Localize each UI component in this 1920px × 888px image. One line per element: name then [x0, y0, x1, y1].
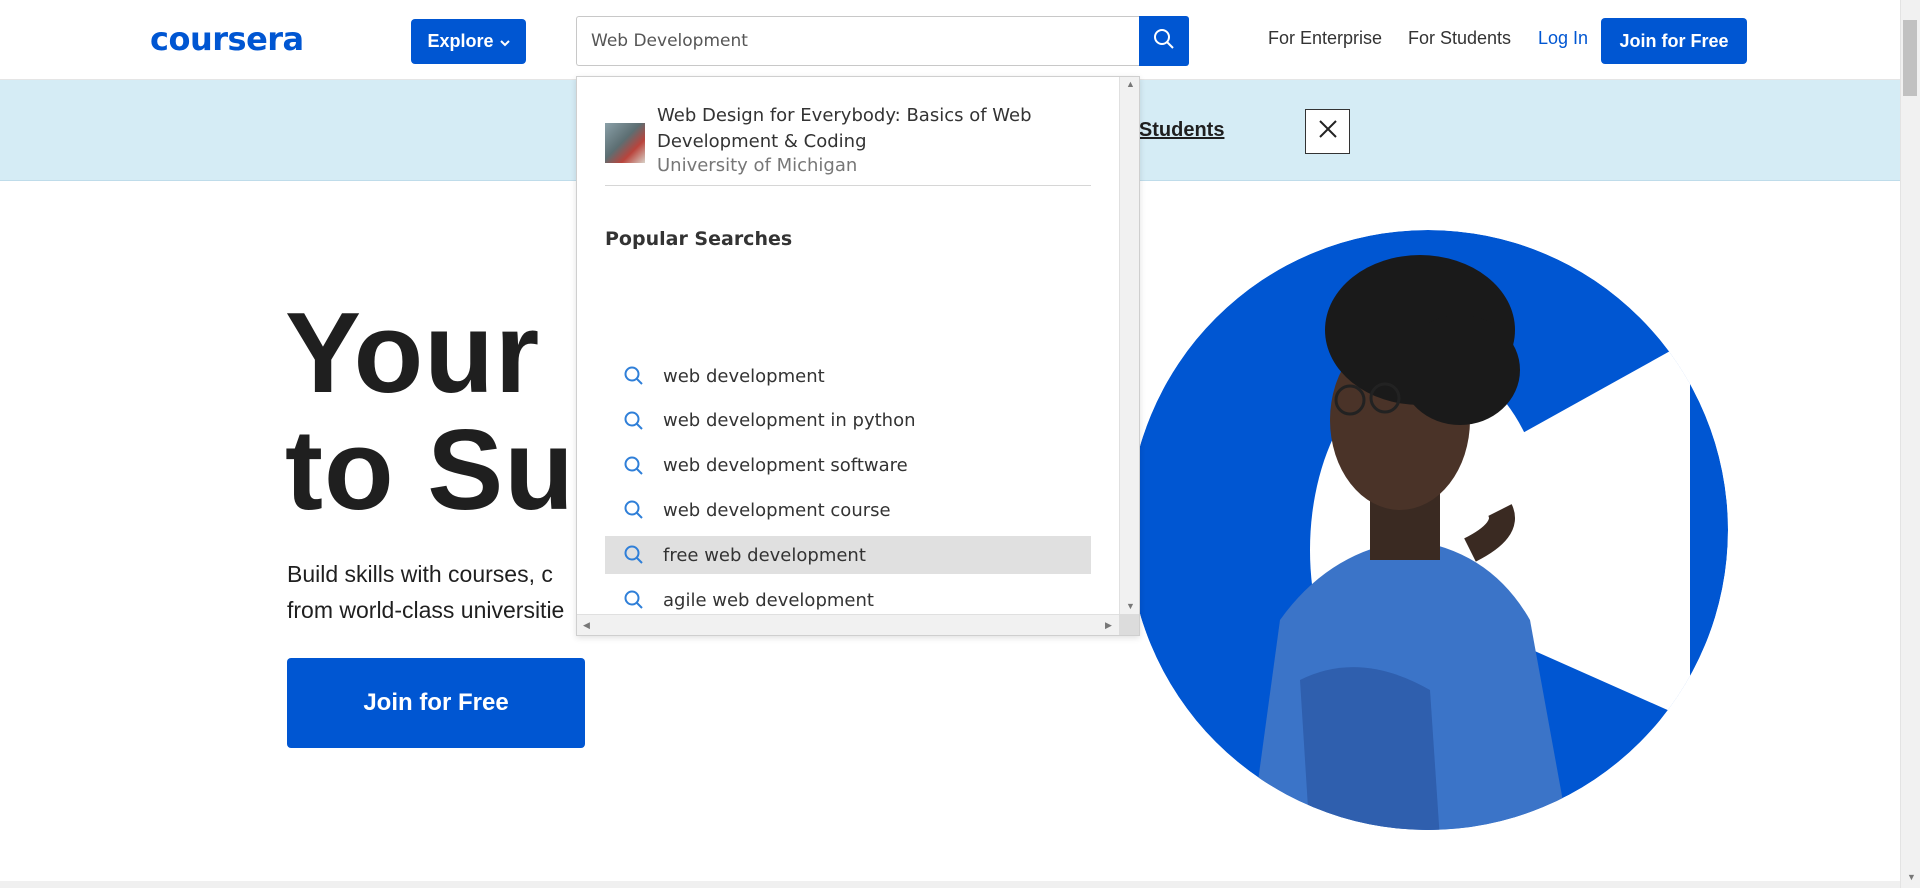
search-button[interactable]	[1139, 16, 1189, 66]
search-icon	[605, 410, 663, 432]
popular-search-label: free web development	[663, 544, 866, 566]
hero-image	[1128, 220, 1730, 840]
search-icon	[605, 499, 663, 521]
search-suggestions-dropdown: Web Design for Everybody: Basics of Web …	[576, 76, 1140, 636]
page: coursera Explore Web Development For Ent…	[0, 0, 1920, 888]
course-title: Web Design for Everybody: Basics of Web …	[657, 105, 1032, 152]
scroll-up-arrow-icon[interactable]: ▲	[1126, 79, 1135, 89]
search-icon	[605, 365, 663, 387]
popular-searches-heading: Popular Searches	[605, 228, 793, 250]
popular-search-label: web development course	[663, 499, 891, 521]
search-icon	[605, 544, 663, 566]
login-link[interactable]: Log In	[1538, 28, 1588, 49]
explore-button[interactable]: Explore	[411, 19, 526, 64]
scroll-left-arrow-icon[interactable]: ◀	[583, 620, 590, 631]
course-thumbnail	[605, 123, 645, 163]
banner-close-button[interactable]	[1305, 109, 1350, 154]
page-scroll-down-icon[interactable]: ▼	[1907, 872, 1916, 882]
top-navigation: coursera Explore Web Development For Ent…	[0, 0, 1900, 80]
coursera-logo[interactable]: coursera	[150, 20, 304, 58]
popular-search-label: web development software	[663, 455, 908, 477]
search-icon	[605, 455, 663, 477]
search-icon	[1153, 28, 1175, 55]
dropdown-vertical-scrollbar[interactable]: ▲ ▼	[1119, 77, 1139, 615]
popular-search-item[interactable]: web development course	[605, 491, 1091, 529]
popular-search-item[interactable]: web development software	[605, 447, 1091, 485]
hero-subtitle: Build skills with courses, c from world-…	[287, 556, 564, 628]
course-organization: University of Michigan	[657, 155, 858, 176]
for-students-link[interactable]: For Students	[1408, 28, 1511, 49]
explore-label: Explore	[427, 31, 494, 51]
page-scrollbar-thumb[interactable]	[1903, 20, 1917, 96]
popular-search-label: web development in python	[663, 410, 916, 432]
page-scrollbar[interactable]: ▼	[1900, 0, 1920, 888]
scroll-right-arrow-icon[interactable]: ▶	[1105, 620, 1112, 631]
popular-search-item[interactable]: free web development	[605, 536, 1091, 575]
hero-subtitle-line-2: from world-class universitie	[287, 597, 565, 623]
popular-search-label: agile web development	[663, 589, 874, 611]
hero-join-button[interactable]: Join for Free	[287, 658, 585, 748]
chevron-down-icon	[499, 36, 510, 50]
search-icon	[605, 589, 663, 611]
popular-search-label: web development	[663, 365, 825, 387]
hero-subtitle-line-1: Build skills with courses, c	[287, 561, 553, 587]
course-suggestion[interactable]: Web Design for Everybody: Basics of Web …	[605, 103, 1091, 186]
scroll-down-arrow-icon[interactable]: ▼	[1126, 601, 1135, 611]
popular-search-item[interactable]: web development in python	[605, 402, 1091, 440]
for-enterprise-link[interactable]: For Enterprise	[1268, 28, 1382, 49]
popular-search-item[interactable]: web development	[605, 357, 1091, 395]
join-for-free-button[interactable]: Join for Free	[1601, 18, 1747, 64]
page-bottom-strip	[0, 881, 1900, 888]
search-input-value: Web Development	[591, 31, 748, 51]
close-icon	[1317, 118, 1339, 145]
search-input[interactable]: Web Development	[576, 16, 1140, 66]
dropdown-horizontal-scrollbar[interactable]: ◀ ▶	[577, 614, 1121, 635]
scrollbar-corner	[1119, 614, 1139, 635]
